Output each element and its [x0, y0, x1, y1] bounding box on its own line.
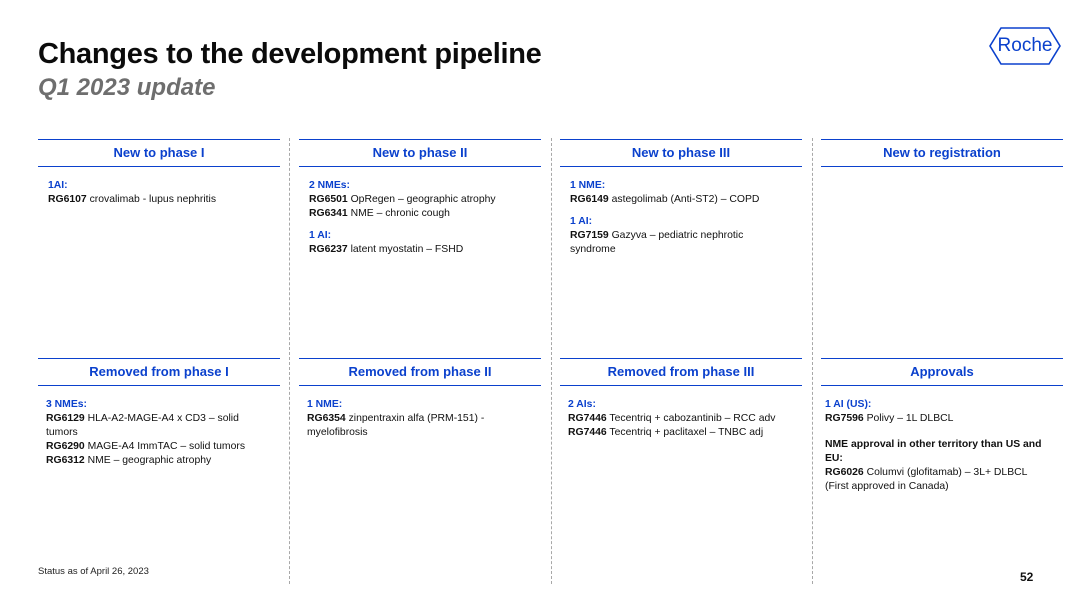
- item-group: 1 AI: RG7159 Gazyva – pediatric nephroti…: [570, 215, 802, 257]
- section-new-to-phase-3: New to phase III 1 NME: RG6149 astegolim…: [560, 139, 802, 265]
- list-item: RG7159 Gazyva – pediatric nephrotic synd…: [570, 229, 770, 257]
- group-label: 1 NME:: [307, 399, 343, 410]
- section-heading: Approvals: [821, 358, 1063, 386]
- section-heading: Removed from phase II: [299, 358, 541, 386]
- column-divider: [289, 138, 290, 584]
- compound-code: RG6107: [48, 194, 87, 205]
- item-group: 1AI: RG6107 crovalimab - lupus nephritis: [48, 179, 280, 207]
- group-label: 3 NMEs:: [46, 399, 87, 410]
- status-date: Status as of April 26, 2023: [38, 566, 149, 577]
- compound-code: RG6341: [309, 208, 348, 219]
- list-item: RG7446 Tecentriq + cabozantinib – RCC ad…: [568, 412, 802, 426]
- compound-description: astegolimab (Anti-ST2) – COPD: [608, 194, 760, 205]
- page-subtitle: Q1 2023 update: [38, 74, 216, 101]
- list-item: RG6312 NME – geographic atrophy: [46, 454, 280, 468]
- compound-code: RG6129: [46, 413, 85, 424]
- group-label: 1 NME:: [570, 180, 606, 191]
- list-item: RG6107 crovalimab - lupus nephritis: [48, 193, 280, 207]
- compound-code: RG6312: [46, 455, 85, 466]
- list-item: RG6237 latent myostatin – FSHD: [309, 243, 541, 257]
- section-removed-from-phase-3: Removed from phase III 2 AIs: RG7446 Tec…: [560, 358, 802, 448]
- section-approvals: Approvals 1 AI (US): RG7596 Polivy – 1L …: [821, 358, 1063, 502]
- compound-description: OpRegen – geographic atrophy: [347, 194, 496, 205]
- logo-text: Roche: [997, 35, 1053, 56]
- section-heading: New to phase II: [299, 139, 541, 167]
- compound-code: RG6501: [309, 194, 348, 205]
- section-heading: Removed from phase III: [560, 358, 802, 386]
- item-group: 3 NMEs: RG6129 HLA-A2-MAGE-A4 x CD3 – so…: [46, 398, 280, 468]
- compound-code: RG7159: [570, 230, 609, 241]
- compound-code: RG6237: [309, 244, 348, 255]
- section-removed-from-phase-1: Removed from phase I 3 NMEs: RG6129 HLA-…: [38, 358, 280, 476]
- list-item: RG7596 Polivy – 1L DLBCL: [825, 412, 1063, 426]
- compound-code: RG7446: [568, 413, 607, 424]
- list-item: RG6129 HLA-A2-MAGE-A4 x CD3 – solid tumo…: [46, 412, 262, 440]
- group-label: 1 AI:: [309, 230, 332, 241]
- compound-description: crovalimab - lupus nephritis: [86, 194, 217, 205]
- section-heading: New to registration: [821, 139, 1063, 167]
- list-item: RG6354 zinpentraxin alfa (PRM-151) - mye…: [307, 412, 517, 440]
- section-removed-from-phase-2: Removed from phase II 1 NME: RG6354 zinp…: [299, 358, 541, 448]
- group-label: 1AI:: [48, 180, 68, 191]
- list-item: RG6290 MAGE-A4 ImmTAC – solid tumors: [46, 440, 280, 454]
- group-label: 2 NMEs:: [309, 180, 350, 191]
- roche-logo: Roche: [988, 26, 1062, 66]
- item-group: 2 NMEs: RG6501 OpRegen – geographic atro…: [309, 179, 541, 221]
- item-group: 1 AI (US): RG7596 Polivy – 1L DLBCL: [825, 398, 1063, 426]
- section-new-to-registration: New to registration: [821, 139, 1063, 179]
- list-item: RG6026 Columvi (glofitamab) – 3L+ DLBCL: [825, 466, 1051, 480]
- compound-code: RG7596: [825, 413, 864, 424]
- compound-description: Polivy – 1L DLBCL: [863, 413, 954, 424]
- compound-code: RG6290: [46, 441, 85, 452]
- list-item: RG6341 NME – chronic cough: [309, 207, 541, 221]
- compound-code: RG6026: [825, 467, 864, 478]
- item-group: 1 NME: RG6354 zinpentraxin alfa (PRM-151…: [307, 398, 541, 440]
- compound-code: RG6149: [570, 194, 609, 205]
- section-new-to-phase-2: New to phase II 2 NMEs: RG6501 OpRegen –…: [299, 139, 541, 265]
- compound-description: NME – chronic cough: [347, 208, 450, 219]
- item-group: 1 AI: RG6237 latent myostatin – FSHD: [309, 229, 541, 257]
- item-group: 1 NME: RG6149 astegolimab (Anti-ST2) – C…: [570, 179, 802, 207]
- note-extra: (First approved in Canada): [825, 481, 949, 492]
- group-label: 1 AI (US):: [825, 399, 872, 410]
- list-item: RG6149 astegolimab (Anti-ST2) – COPD: [570, 193, 802, 207]
- section-heading: Removed from phase I: [38, 358, 280, 386]
- column-divider: [812, 138, 813, 584]
- section-heading: New to phase III: [560, 139, 802, 167]
- compound-description: MAGE-A4 ImmTAC – solid tumors: [84, 441, 246, 452]
- compound-description: Columvi (glofitamab) – 3L+ DLBCL: [863, 467, 1028, 478]
- page-title: Changes to the development pipeline: [38, 38, 542, 70]
- page-number: 52: [1020, 570, 1034, 584]
- item-group: 2 AIs: RG7446 Tecentriq + cabozantinib –…: [568, 398, 802, 440]
- list-item: RG6501 OpRegen – geographic atrophy: [309, 193, 541, 207]
- compound-code: RG7446: [568, 427, 607, 438]
- compound-description: Tecentriq + paclitaxel – TNBC adj: [606, 427, 764, 438]
- list-item: RG7446 Tecentriq + paclitaxel – TNBC adj: [568, 426, 802, 440]
- item-group: NME approval in other territory than US …: [825, 438, 1051, 494]
- column-divider: [551, 138, 552, 584]
- group-label: 1 AI:: [570, 216, 593, 227]
- section-heading: New to phase I: [38, 139, 280, 167]
- compound-description: Tecentriq + cabozantinib – RCC adv: [606, 413, 776, 424]
- note-heading: NME approval in other territory than US …: [825, 439, 1042, 464]
- compound-description: NME – geographic atrophy: [84, 455, 212, 466]
- group-label: 2 AIs:: [568, 399, 596, 410]
- section-new-to-phase-1: New to phase I 1AI: RG6107 crovalimab - …: [38, 139, 280, 215]
- compound-code: RG6354: [307, 413, 346, 424]
- compound-description: latent myostatin – FSHD: [347, 244, 464, 255]
